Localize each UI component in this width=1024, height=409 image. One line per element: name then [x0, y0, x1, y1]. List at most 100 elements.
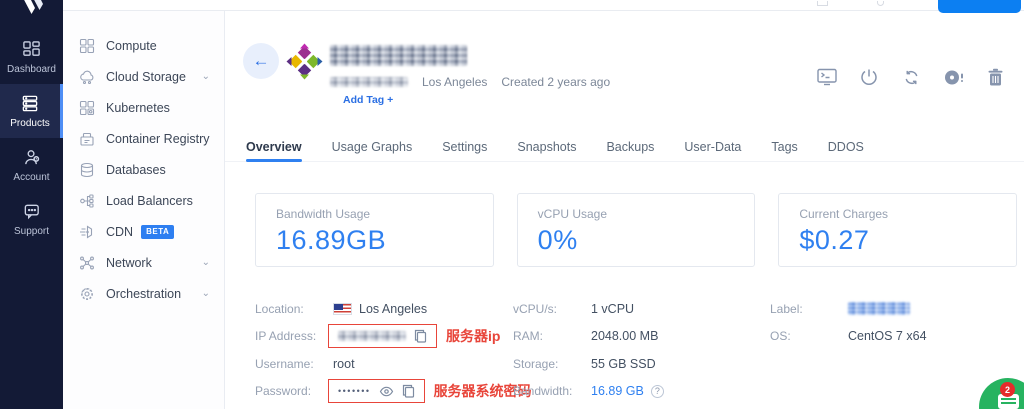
- password-row: Password: •••••••: [255, 378, 532, 406]
- add-tag-link[interactable]: Add Tag +: [343, 94, 393, 106]
- tab-tags[interactable]: Tags: [771, 132, 797, 161]
- products-icon: [20, 94, 40, 113]
- top-navbar: [63, 0, 1024, 11]
- server-meta: Los Angeles Created 2 years ago: [330, 75, 610, 89]
- deploy-button[interactable]: [938, 0, 1021, 13]
- sidebar-item-products[interactable]: Products: [0, 84, 63, 138]
- menu-item-cdn[interactable]: CDN BETA: [63, 216, 224, 247]
- card-label: vCPU Usage: [538, 207, 735, 221]
- tab-overview[interactable]: Overview: [246, 132, 302, 161]
- sidebar-item-label: Account: [13, 172, 49, 183]
- card-value: 16.89GB: [276, 225, 473, 256]
- ram-row: RAM: 2048.00 MB: [513, 323, 664, 351]
- card-value: $0.27: [799, 225, 996, 256]
- username-value: root: [333, 357, 355, 371]
- primary-sidebar: Dashboard Products Accoun: [0, 0, 63, 409]
- os-label: OS:: [770, 329, 848, 343]
- help-question-icon[interactable]: ?: [651, 385, 664, 398]
- menu-item-label: Cloud Storage: [106, 70, 186, 84]
- sidebar-item-label: Support: [14, 226, 49, 237]
- bandwidth-row: Bandwidth: 16.89 GB ?: [513, 378, 664, 406]
- menu-item-cloud-storage[interactable]: Cloud Storage ⌄: [63, 61, 224, 92]
- topnav-icon-fragment[interactable]: [817, 1, 828, 6]
- console-icon[interactable]: [816, 66, 838, 88]
- vultr-server-detail-page: Dashboard Products Accoun: [0, 0, 1024, 409]
- vcpu-value: 1 vCPU: [591, 302, 634, 316]
- back-button[interactable]: ←: [243, 43, 279, 79]
- ip-address-label: IP Address:: [255, 329, 333, 343]
- vultr-logo[interactable]: [0, 0, 63, 22]
- support-icon: [22, 202, 42, 221]
- bandwidth-usage-card: Bandwidth Usage 16.89GB: [255, 193, 494, 267]
- sidebar-item-account[interactable]: Account: [0, 138, 63, 192]
- card-value: 0%: [538, 225, 735, 256]
- sidebar-item-label: Products: [10, 118, 49, 129]
- tab-usage-graphs[interactable]: Usage Graphs: [332, 132, 413, 161]
- menu-item-load-balancers[interactable]: Load Balancers: [63, 185, 224, 216]
- vcpu-label: vCPU/s:: [513, 302, 591, 316]
- server-created: Created 2 years ago: [501, 75, 610, 89]
- orchestration-icon: [78, 285, 95, 302]
- location-label: Location:: [255, 302, 333, 316]
- dashboard-icon: [22, 40, 41, 59]
- storage-row: Storage: 55 GB SSD: [513, 350, 664, 378]
- reinstall-icon[interactable]: [900, 66, 922, 88]
- menu-item-container-registry[interactable]: Container Registry: [63, 123, 224, 154]
- menu-item-network[interactable]: Network ⌄: [63, 247, 224, 278]
- vcpu-row: vCPU/s: 1 vCPU: [513, 295, 664, 323]
- network-icon: [78, 254, 95, 271]
- server-location: Los Angeles: [422, 75, 487, 89]
- topnav-user-icon-fragment[interactable]: [877, 1, 884, 6]
- tab-ddos[interactable]: DDOS: [828, 132, 864, 161]
- sidebar-item-support[interactable]: Support: [0, 192, 63, 246]
- bandwidth-label: Bandwidth:: [513, 384, 591, 398]
- ram-value: 2048.00 MB: [591, 329, 658, 343]
- compute-icon: [78, 37, 95, 54]
- tab-snapshots[interactable]: Snapshots: [517, 132, 576, 161]
- details-column-specs: vCPU/s: 1 vCPU RAM: 2048.00 MB Storage: …: [513, 295, 664, 405]
- server-header: ←: [225, 26, 1024, 121]
- menu-item-label: Orchestration: [106, 287, 181, 301]
- password-label: Password:: [255, 384, 333, 398]
- chat-notification-badge: 2: [1000, 382, 1015, 397]
- details-column-meta: Label: OS: CentOS 7 x64: [770, 295, 927, 350]
- chevron-down-icon: ⌄: [202, 71, 210, 82]
- power-icon[interactable]: [858, 66, 880, 88]
- username-label: Username:: [255, 357, 333, 371]
- server-actions: [816, 66, 1006, 88]
- menu-item-orchestration[interactable]: Orchestration ⌄: [63, 278, 224, 309]
- ip-address-redacted: [338, 331, 406, 341]
- label-label: Label:: [770, 302, 848, 316]
- password-value: •••••••: [338, 386, 371, 396]
- beta-badge: BETA: [141, 225, 174, 239]
- card-label: Bandwidth Usage: [276, 207, 473, 221]
- show-password-eye-icon[interactable]: [379, 386, 394, 397]
- destroy-icon[interactable]: [984, 66, 1006, 88]
- menu-item-kubernetes[interactable]: Kubernetes: [63, 92, 224, 123]
- sidebar-item-label: Dashboard: [7, 64, 56, 75]
- menu-item-label: Compute: [106, 39, 157, 53]
- us-flag-icon: [333, 303, 352, 315]
- account-icon: [22, 148, 42, 167]
- ip-address-row: IP Address: 服务器ip: [255, 323, 532, 351]
- bandwidth-value[interactable]: 16.89 GB: [591, 384, 644, 398]
- sidebar-item-dashboard[interactable]: Dashboard: [0, 30, 63, 84]
- server-name-redacted: [330, 45, 467, 66]
- ip-annotation-text: 服务器ip: [446, 326, 500, 346]
- iso-icon[interactable]: [942, 66, 964, 88]
- chevron-down-icon: ⌄: [202, 257, 210, 268]
- menu-item-label: Kubernetes: [106, 101, 170, 115]
- card-label: Current Charges: [799, 207, 996, 221]
- menu-item-compute[interactable]: Compute: [63, 30, 224, 61]
- copy-icon[interactable]: [414, 329, 427, 343]
- menu-item-databases[interactable]: Databases: [63, 154, 224, 185]
- kubernetes-icon: [78, 99, 95, 116]
- main-content: ←: [225, 0, 1024, 409]
- tab-settings[interactable]: Settings: [442, 132, 487, 161]
- copy-icon[interactable]: [402, 384, 415, 398]
- tab-backups[interactable]: Backups: [606, 132, 654, 161]
- databases-icon: [78, 161, 95, 178]
- stat-cards: Bandwidth Usage 16.89GB vCPU Usage 0% Cu…: [255, 193, 1017, 267]
- tab-user-data[interactable]: User-Data: [684, 132, 741, 161]
- location-value: Los Angeles: [359, 302, 427, 316]
